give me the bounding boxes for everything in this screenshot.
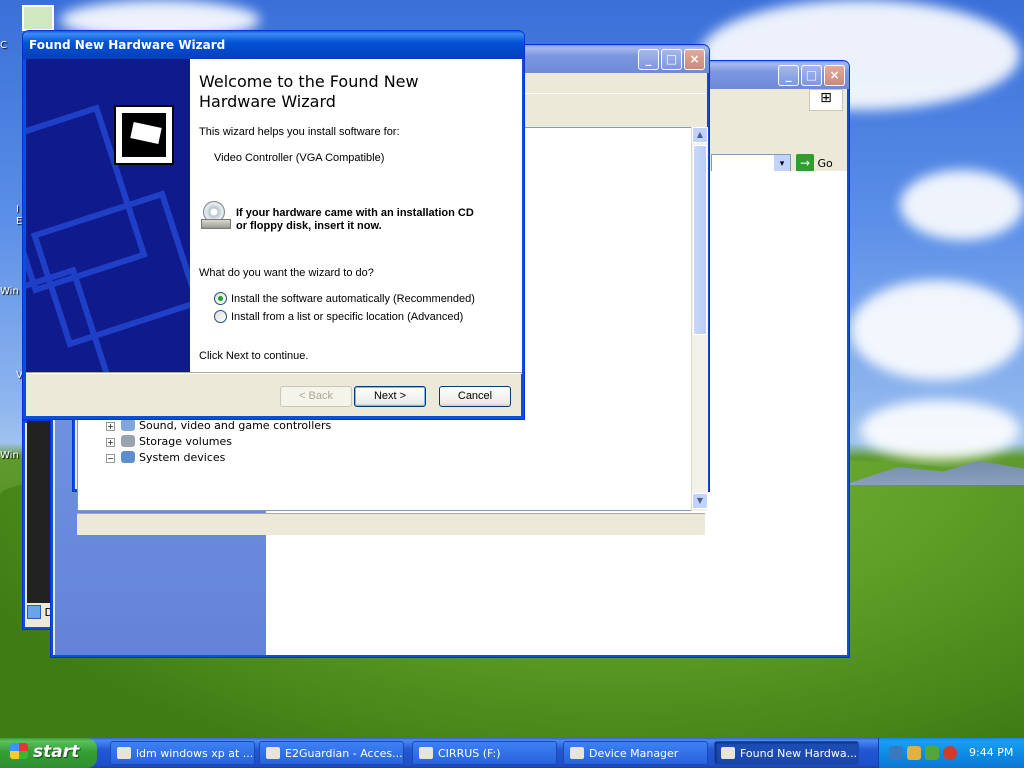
- cloud: [900, 170, 1024, 240]
- taskbar: start ldm windows xp at ... E2Guardian -…: [0, 738, 1024, 768]
- go-label: Go: [817, 157, 833, 170]
- network-icon[interactable]: [889, 746, 903, 760]
- vertical-scrollbar[interactable]: ▲ ▼: [691, 127, 708, 511]
- divider: [26, 372, 522, 374]
- taskbar-item[interactable]: Device Manager: [563, 741, 708, 765]
- taskbar-item-label: CIRRUS (F:): [438, 747, 501, 760]
- cloud: [850, 280, 1024, 380]
- window-icon: [27, 605, 41, 619]
- option-manual-install[interactable]: Install from a list or specific location…: [214, 310, 463, 326]
- clock[interactable]: 9:44 PM: [969, 746, 1013, 759]
- taskbar-item-label: E2Guardian - Acces...: [285, 747, 403, 760]
- tree-item-label: Storage volumes: [139, 435, 233, 448]
- scroll-up-button[interactable]: ▲: [692, 127, 708, 143]
- cd-drive-icon: [201, 201, 233, 231]
- cd-notice-line1: If your hardware came with an installati…: [236, 207, 474, 219]
- expand-toggle[interactable]: −: [106, 454, 115, 463]
- minimize-button[interactable]: _: [638, 49, 659, 70]
- security-icon[interactable]: [925, 746, 939, 760]
- cd-notice: If your hardware came with an installati…: [236, 207, 474, 233]
- wizard-side-banner: [26, 59, 190, 372]
- wizard-heading: Welcome to the Found New Hardware Wizard: [199, 72, 419, 111]
- drive-icon: [419, 747, 433, 759]
- desktop-shortcut-icon[interactable]: [22, 5, 54, 31]
- scroll-thumb[interactable]: [693, 145, 707, 335]
- tree-item[interactable]: + Storage volumes: [106, 434, 232, 450]
- start-button[interactable]: start: [0, 738, 97, 768]
- desktop-icon-label[interactable]: Win: [0, 286, 19, 297]
- tree-item-label: Sound, video and game controllers: [139, 419, 332, 432]
- option-label: Install from a list or specific location…: [231, 311, 464, 323]
- expansion-card: [130, 122, 162, 144]
- wizard-content: Welcome to the Found New Hardware Wizard…: [190, 59, 522, 372]
- close-button[interactable]: ×: [684, 49, 705, 70]
- taskbar-item-label: Device Manager: [589, 747, 679, 760]
- windows-logo-icon: ⊞: [809, 89, 843, 111]
- found-new-hardware-wizard[interactable]: Found New Hardware Wizard Welcome to the…: [22, 30, 525, 420]
- taskbar-item-label: Found New Hardwa...: [740, 747, 858, 760]
- wizard-title: Found New Hardware Wizard: [29, 38, 226, 52]
- wizard-question: What do you want the wizard to do?: [199, 267, 374, 279]
- windows-flag-icon: [10, 743, 28, 759]
- expand-toggle[interactable]: +: [106, 422, 115, 431]
- cancel-button[interactable]: Cancel: [439, 386, 511, 407]
- taskbar-item[interactable]: ldm windows xp at ...: [110, 741, 255, 765]
- system-tray: 9:44 PM: [878, 738, 1024, 768]
- radio-button[interactable]: [214, 310, 227, 323]
- expand-toggle[interactable]: +: [106, 438, 115, 447]
- scroll-down-button[interactable]: ▼: [692, 493, 708, 509]
- close-button[interactable]: ×: [824, 65, 845, 86]
- next-button[interactable]: Next >: [354, 386, 426, 407]
- folder-icon: [117, 747, 131, 759]
- window-content: [27, 421, 51, 603]
- start-label: start: [33, 742, 80, 762]
- tree-item[interactable]: − System devices: [106, 450, 225, 466]
- back-button[interactable]: < Back: [280, 386, 352, 407]
- device-manager-icon: [570, 747, 584, 759]
- hardware-wizard-icon: [114, 105, 174, 165]
- cd-notice-line2: or floppy disk, insert it now.: [236, 220, 382, 232]
- minimize-button[interactable]: _: [778, 65, 799, 86]
- hardware-frame: [122, 113, 166, 157]
- speaker-icon: [121, 419, 135, 431]
- taskbar-item-label: ldm windows xp at ...: [136, 747, 254, 760]
- option-label: Install the software automatically (Reco…: [231, 293, 475, 305]
- wizard-footer-text: Click Next to continue.: [199, 350, 309, 362]
- desktop-icon-label[interactable]: Win: [0, 450, 19, 461]
- option-auto-install[interactable]: Install the software automatically (Reco…: [214, 292, 475, 308]
- browser-icon: [266, 747, 280, 759]
- maximize-button[interactable]: □: [801, 65, 822, 86]
- go-arrow-icon: →: [796, 154, 814, 172]
- device-name: Video Controller (VGA Compatible): [214, 152, 385, 164]
- cd-tray: [201, 219, 231, 229]
- wizard-icon: [721, 747, 735, 759]
- computer-icon: [121, 451, 135, 463]
- desktop-icon-label[interactable]: C: [0, 40, 7, 51]
- hardware-icon[interactable]: [907, 746, 921, 760]
- tree-item-label: System devices: [139, 451, 226, 464]
- wizard-titlebar[interactable]: Found New Hardware Wizard: [23, 31, 524, 59]
- taskbar-item[interactable]: CIRRUS (F:): [412, 741, 557, 765]
- wizard-intro: This wizard helps you install software f…: [199, 126, 400, 138]
- taskbar-item-active[interactable]: Found New Hardwa...: [714, 741, 859, 765]
- taskbar-item[interactable]: E2Guardian - Acces...: [259, 741, 404, 765]
- drive-icon: [121, 435, 135, 447]
- status-bar: [77, 513, 705, 535]
- shield-alert-icon[interactable]: [943, 746, 957, 760]
- cloud: [860, 400, 1020, 460]
- tree-item[interactable]: + Sound, video and game controllers: [106, 418, 331, 434]
- maximize-button[interactable]: □: [661, 49, 682, 70]
- desktop-icon-label[interactable]: I: [16, 204, 19, 215]
- radio-button-selected[interactable]: [214, 292, 227, 305]
